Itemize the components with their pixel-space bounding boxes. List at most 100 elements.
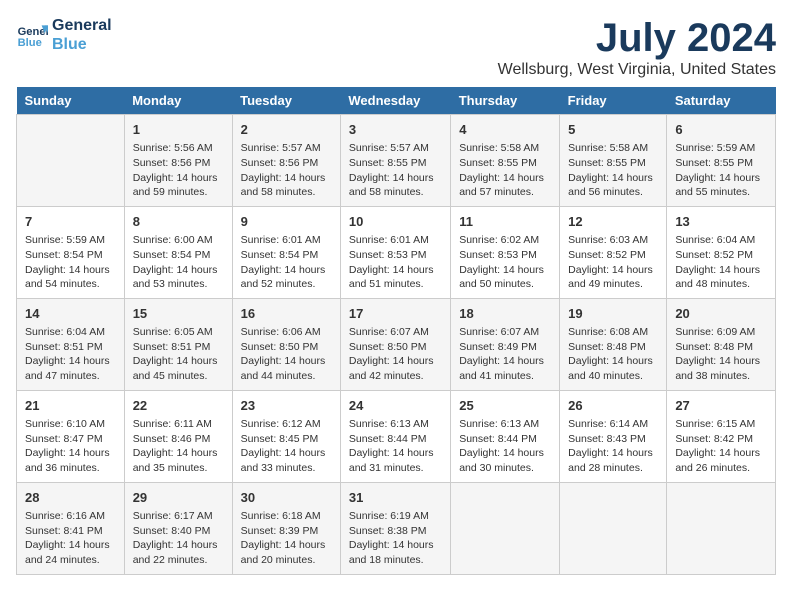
calendar-table: SundayMondayTuesdayWednesdayThursdayFrid… bbox=[16, 87, 776, 575]
day-info: Sunrise: 6:05 AM Sunset: 8:51 PM Dayligh… bbox=[133, 325, 224, 384]
day-info: Sunrise: 6:18 AM Sunset: 8:39 PM Dayligh… bbox=[241, 509, 332, 568]
day-number: 5 bbox=[568, 121, 658, 139]
day-info: Sunrise: 6:13 AM Sunset: 8:44 PM Dayligh… bbox=[349, 417, 442, 476]
calendar-cell: 3 Sunrise: 5:57 AM Sunset: 8:55 PM Daylig… bbox=[340, 115, 450, 207]
calendar-cell: 17 Sunrise: 6:07 AM Sunset: 8:50 PM Dayli… bbox=[340, 298, 450, 390]
day-number: 23 bbox=[241, 397, 332, 415]
calendar-cell: 5 Sunrise: 5:58 AM Sunset: 8:55 PM Daylig… bbox=[560, 115, 667, 207]
day-number: 13 bbox=[675, 213, 767, 231]
day-info: Sunrise: 6:13 AM Sunset: 8:44 PM Dayligh… bbox=[459, 417, 551, 476]
day-number: 24 bbox=[349, 397, 442, 415]
day-info: Sunrise: 6:19 AM Sunset: 8:38 PM Dayligh… bbox=[349, 509, 442, 568]
calendar-cell: 23 Sunrise: 6:12 AM Sunset: 8:45 PM Dayli… bbox=[232, 390, 340, 482]
day-info: Sunrise: 6:04 AM Sunset: 8:52 PM Dayligh… bbox=[675, 233, 767, 292]
calendar-cell: 30 Sunrise: 6:18 AM Sunset: 8:39 PM Dayli… bbox=[232, 482, 340, 574]
day-info: Sunrise: 5:58 AM Sunset: 8:55 PM Dayligh… bbox=[568, 141, 658, 200]
calendar-cell: 8 Sunrise: 6:00 AM Sunset: 8:54 PM Daylig… bbox=[124, 206, 232, 298]
day-number: 1 bbox=[133, 121, 224, 139]
day-number: 7 bbox=[25, 213, 116, 231]
day-info: Sunrise: 6:14 AM Sunset: 8:43 PM Dayligh… bbox=[568, 417, 658, 476]
day-number: 12 bbox=[568, 213, 658, 231]
day-info: Sunrise: 6:00 AM Sunset: 8:54 PM Dayligh… bbox=[133, 233, 224, 292]
day-info: Sunrise: 5:59 AM Sunset: 8:54 PM Dayligh… bbox=[25, 233, 116, 292]
day-number: 14 bbox=[25, 305, 116, 323]
column-header-thursday: Thursday bbox=[451, 87, 560, 115]
calendar-cell: 26 Sunrise: 6:14 AM Sunset: 8:43 PM Dayli… bbox=[560, 390, 667, 482]
day-number: 19 bbox=[568, 305, 658, 323]
calendar-cell bbox=[667, 482, 776, 574]
calendar-cell: 31Sunrise: 6:19 AM Sunset: 8:38 PM Dayli… bbox=[340, 482, 450, 574]
logo-blue: Blue bbox=[52, 35, 112, 54]
day-info: Sunrise: 5:57 AM Sunset: 8:56 PM Dayligh… bbox=[241, 141, 332, 200]
day-number: 10 bbox=[349, 213, 442, 231]
day-number: 25 bbox=[459, 397, 551, 415]
calendar-cell: 6 Sunrise: 5:59 AM Sunset: 8:55 PM Daylig… bbox=[667, 115, 776, 207]
day-number: 29 bbox=[133, 489, 224, 507]
day-info: Sunrise: 6:07 AM Sunset: 8:50 PM Dayligh… bbox=[349, 325, 442, 384]
day-info: Sunrise: 6:16 AM Sunset: 8:41 PM Dayligh… bbox=[25, 509, 116, 568]
day-number: 27 bbox=[675, 397, 767, 415]
calendar-cell bbox=[451, 482, 560, 574]
calendar-cell: 27 Sunrise: 6:15 AM Sunset: 8:42 PM Dayli… bbox=[667, 390, 776, 482]
day-number: 9 bbox=[241, 213, 332, 231]
svg-text:Blue: Blue bbox=[18, 37, 42, 49]
logo-general: General bbox=[52, 16, 112, 35]
day-info: Sunrise: 6:15 AM Sunset: 8:42 PM Dayligh… bbox=[675, 417, 767, 476]
calendar-cell: 10 Sunrise: 6:01 AM Sunset: 8:53 PM Dayli… bbox=[340, 206, 450, 298]
calendar-cell: 28 Sunrise: 6:16 AM Sunset: 8:41 PM Dayli… bbox=[17, 482, 125, 574]
title-area: July 2024 Wellsburg, West Virginia, Unit… bbox=[498, 16, 776, 79]
day-number: 3 bbox=[349, 121, 442, 139]
day-info: Sunrise: 5:57 AM Sunset: 8:55 PM Dayligh… bbox=[349, 141, 442, 200]
day-number: 26 bbox=[568, 397, 658, 415]
calendar-cell: 24 Sunrise: 6:13 AM Sunset: 8:44 PM Dayli… bbox=[340, 390, 450, 482]
day-info: Sunrise: 6:01 AM Sunset: 8:53 PM Dayligh… bbox=[349, 233, 442, 292]
day-number: 16 bbox=[241, 305, 332, 323]
day-info: Sunrise: 6:12 AM Sunset: 8:45 PM Dayligh… bbox=[241, 417, 332, 476]
calendar-cell: 18Sunrise: 6:07 AM Sunset: 8:49 PM Dayli… bbox=[451, 298, 560, 390]
day-info: Sunrise: 6:07 AM Sunset: 8:49 PM Dayligh… bbox=[459, 325, 551, 384]
day-number: 8 bbox=[133, 213, 224, 231]
calendar-cell: 13 Sunrise: 6:04 AM Sunset: 8:52 PM Dayli… bbox=[667, 206, 776, 298]
calendar-cell: 15Sunrise: 6:05 AM Sunset: 8:51 PM Dayli… bbox=[124, 298, 232, 390]
day-info: Sunrise: 6:06 AM Sunset: 8:50 PM Dayligh… bbox=[241, 325, 332, 384]
calendar-cell bbox=[17, 115, 125, 207]
calendar-cell: 25 Sunrise: 6:13 AM Sunset: 8:44 PM Dayli… bbox=[451, 390, 560, 482]
day-number: 6 bbox=[675, 121, 767, 139]
day-number: 21 bbox=[25, 397, 116, 415]
page-subtitle: Wellsburg, West Virginia, United States bbox=[498, 61, 776, 79]
calendar-body: 1 Sunrise: 5:56 AM Sunset: 8:56 PM Daylig… bbox=[17, 115, 776, 575]
day-number: 17 bbox=[349, 305, 442, 323]
header: General Blue General Blue July 2024 Well… bbox=[16, 16, 776, 79]
calendar-cell: 14 Sunrise: 6:04 AM Sunset: 8:51 PM Dayli… bbox=[17, 298, 125, 390]
week-row-5: 28 Sunrise: 6:16 AM Sunset: 8:41 PM Dayli… bbox=[17, 482, 776, 574]
day-number: 28 bbox=[25, 489, 116, 507]
week-row-3: 14 Sunrise: 6:04 AM Sunset: 8:51 PM Dayli… bbox=[17, 298, 776, 390]
calendar-cell: 7 Sunrise: 5:59 AM Sunset: 8:54 PM Daylig… bbox=[17, 206, 125, 298]
column-header-sunday: Sunday bbox=[17, 87, 125, 115]
calendar-cell: 11 Sunrise: 6:02 AM Sunset: 8:53 PM Dayli… bbox=[451, 206, 560, 298]
calendar-cell: 16 Sunrise: 6:06 AM Sunset: 8:50 PM Dayli… bbox=[232, 298, 340, 390]
column-header-wednesday: Wednesday bbox=[340, 87, 450, 115]
week-row-4: 21 Sunrise: 6:10 AM Sunset: 8:47 PM Dayli… bbox=[17, 390, 776, 482]
day-info: Sunrise: 6:02 AM Sunset: 8:53 PM Dayligh… bbox=[459, 233, 551, 292]
calendar-cell: 21 Sunrise: 6:10 AM Sunset: 8:47 PM Dayli… bbox=[17, 390, 125, 482]
column-header-saturday: Saturday bbox=[667, 87, 776, 115]
day-number: 22 bbox=[133, 397, 224, 415]
column-header-friday: Friday bbox=[560, 87, 667, 115]
calendar-cell: 29Sunrise: 6:17 AM Sunset: 8:40 PM Dayli… bbox=[124, 482, 232, 574]
day-number: 30 bbox=[241, 489, 332, 507]
day-info: Sunrise: 6:03 AM Sunset: 8:52 PM Dayligh… bbox=[568, 233, 658, 292]
day-info: Sunrise: 6:10 AM Sunset: 8:47 PM Dayligh… bbox=[25, 417, 116, 476]
calendar-cell: 1 Sunrise: 5:56 AM Sunset: 8:56 PM Daylig… bbox=[124, 115, 232, 207]
week-row-2: 7 Sunrise: 5:59 AM Sunset: 8:54 PM Daylig… bbox=[17, 206, 776, 298]
day-number: 11 bbox=[459, 213, 551, 231]
calendar-cell: 2Sunrise: 5:57 AM Sunset: 8:56 PM Daylig… bbox=[232, 115, 340, 207]
logo: General Blue General Blue bbox=[16, 16, 112, 54]
day-info: Sunrise: 5:56 AM Sunset: 8:56 PM Dayligh… bbox=[133, 141, 224, 200]
calendar-cell: 9 Sunrise: 6:01 AM Sunset: 8:54 PM Daylig… bbox=[232, 206, 340, 298]
day-info: Sunrise: 5:58 AM Sunset: 8:55 PM Dayligh… bbox=[459, 141, 551, 200]
day-number: 4 bbox=[459, 121, 551, 139]
day-info: Sunrise: 6:04 AM Sunset: 8:51 PM Dayligh… bbox=[25, 325, 116, 384]
day-info: Sunrise: 6:01 AM Sunset: 8:54 PM Dayligh… bbox=[241, 233, 332, 292]
day-info: Sunrise: 5:59 AM Sunset: 8:55 PM Dayligh… bbox=[675, 141, 767, 200]
